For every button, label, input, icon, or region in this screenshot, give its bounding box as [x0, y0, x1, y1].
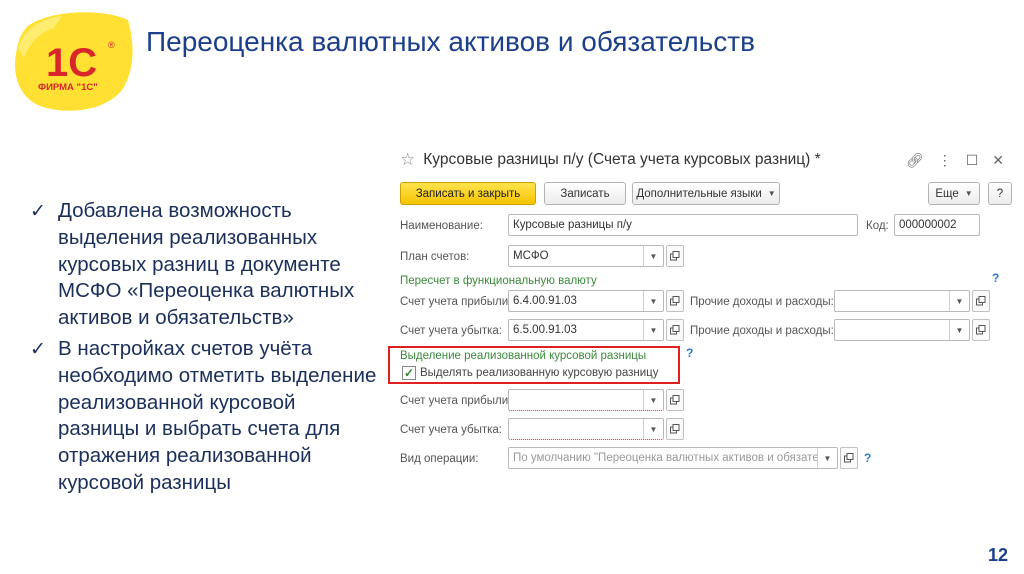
- other-income-label: Прочие доходы и расходы:: [690, 296, 834, 308]
- save-button[interactable]: Записать: [544, 182, 626, 205]
- open-icon[interactable]: [666, 245, 684, 267]
- dropdown-arrow-icon[interactable]: ▼: [949, 291, 969, 311]
- more-menu-icon[interactable]: ⋮: [938, 152, 952, 169]
- other-expense-select[interactable]: ▼: [834, 319, 970, 341]
- favorite-star-icon[interactable]: ☆: [400, 150, 415, 170]
- name-field[interactable]: Курсовые разницы п/у: [508, 214, 858, 236]
- checkmark-icon: ✓: [403, 366, 415, 380]
- currency-diff-form: ☆ Курсовые разницы п/у (Счета учета курс…: [388, 140, 1012, 480]
- dropdown-arrow-icon[interactable]: ▼: [643, 291, 663, 311]
- plan-value: МСФО: [513, 250, 549, 262]
- open-icon[interactable]: [972, 290, 990, 312]
- name-value: Курсовые разницы п/у: [513, 219, 632, 231]
- chevron-down-icon: ▼: [767, 189, 776, 198]
- close-icon[interactable]: ✕: [992, 152, 1004, 169]
- help-mark[interactable]: ?: [686, 346, 693, 360]
- other-expense-label: Прочие доходы и расходы:: [690, 325, 834, 337]
- svg-text:®: ®: [108, 40, 115, 50]
- more-label: Еще: [935, 187, 959, 200]
- code-label: Код:: [866, 220, 889, 232]
- chevron-down-icon: ▼: [964, 189, 973, 198]
- open-icon[interactable]: [972, 319, 990, 341]
- realized-profit-select[interactable]: ▼: [508, 389, 664, 411]
- dropdown-arrow-icon[interactable]: ▼: [643, 390, 663, 410]
- operation-placeholder: По умолчанию "Переоценка валютных активо…: [513, 452, 817, 464]
- form-toolbar: Записать и закрыть Записать Дополнительн…: [400, 182, 1012, 206]
- dropdown-arrow-icon[interactable]: ▼: [949, 320, 969, 340]
- logo-splash: 1С ® ФИРМА "1С": [15, 12, 133, 111]
- more-button[interactable]: Еще ▼: [928, 182, 980, 205]
- open-icon[interactable]: [840, 447, 858, 469]
- form-title: Курсовые разницы п/у (Счета учета курсов…: [423, 151, 821, 168]
- slide-title: Переоценка валютных активов и обязательс…: [146, 26, 755, 57]
- link-icon[interactable]: 🔗︎: [906, 152, 924, 169]
- page-number: 12: [987, 545, 1008, 565]
- open-icon[interactable]: [666, 418, 684, 440]
- plan-label: План счетов:: [400, 251, 470, 263]
- help-mark[interactable]: ?: [864, 451, 871, 465]
- svg-text:ФИРМА "1С": ФИРМА "1С": [38, 82, 98, 93]
- other-income-select[interactable]: ▼: [834, 290, 970, 312]
- help-button[interactable]: ?: [988, 182, 1012, 205]
- realized-group-title: Выделение реализованной курсовой разницы: [400, 350, 647, 362]
- window-controls: 🔗︎ ⋮ ☐ ✕: [906, 152, 1004, 169]
- help-mark[interactable]: ?: [992, 271, 999, 285]
- realized-checkbox[interactable]: ✓: [402, 366, 416, 380]
- bullet-text: В настройках счетов учёта необходимо отм…: [58, 336, 377, 494]
- bullet-text: Добавлена возможность выделения реализов…: [58, 199, 355, 330]
- loss-account-value: 6.5.00.91.03: [513, 324, 577, 336]
- company-logo: 1С ® ФИРМА "1С": [10, 6, 136, 118]
- name-label: Наименование:: [400, 220, 483, 232]
- profit-account-select[interactable]: 6.4.00.91.03 ▼: [508, 290, 664, 312]
- bullet-item: ✓ В настройках счетов учёта необходимо о…: [30, 336, 380, 497]
- dropdown-arrow-icon[interactable]: ▼: [643, 320, 663, 340]
- dropdown-arrow-icon[interactable]: ▼: [817, 448, 837, 468]
- maximize-icon[interactable]: ☐: [966, 152, 979, 169]
- additional-languages-button[interactable]: Дополнительные языки ▼: [632, 182, 780, 205]
- realized-profit-label: Счет учета прибыли:: [400, 395, 512, 407]
- open-icon[interactable]: [666, 319, 684, 341]
- dropdown-arrow-icon[interactable]: ▼: [643, 246, 663, 266]
- code-field[interactable]: 000000002: [894, 214, 980, 236]
- save-and-close-button[interactable]: Записать и закрыть: [400, 182, 536, 205]
- profit-account-label: Счет учета прибыли:: [400, 296, 512, 308]
- form-header: ☆ Курсовые разницы п/у (Счета учета курс…: [400, 150, 821, 170]
- dropdown-arrow-icon[interactable]: ▼: [643, 419, 663, 439]
- code-value: 000000002: [899, 219, 957, 231]
- help-label: ?: [996, 187, 1004, 200]
- realized-checkbox-label[interactable]: Выделять реализованную курсовую разницу: [420, 367, 659, 379]
- languages-label: Дополнительные языки: [636, 187, 762, 200]
- svg-text:1С: 1С: [46, 41, 97, 85]
- bullet-list: ✓ Добавлена возможность выделения реализ…: [30, 198, 380, 501]
- save-label: Записать: [560, 187, 610, 200]
- operation-select[interactable]: По умолчанию "Переоценка валютных активо…: [508, 447, 838, 469]
- plan-select[interactable]: МСФО ▼: [508, 245, 664, 267]
- realized-loss-label: Счет учета убытка:: [400, 424, 503, 436]
- operation-label: Вид операции:: [400, 453, 479, 465]
- profit-account-value: 6.4.00.91.03: [513, 295, 577, 307]
- checkmark-icon: ✓: [30, 201, 46, 222]
- bullet-item: ✓ Добавлена возможность выделения реализ…: [30, 198, 380, 332]
- realized-loss-select[interactable]: ▼: [508, 418, 664, 440]
- recalc-group-title: Пересчет в функциональную валюту: [400, 275, 597, 287]
- loss-account-label: Счет учета убытка:: [400, 325, 503, 337]
- save-and-close-label: Записать и закрыть: [415, 187, 521, 200]
- checkmark-icon: ✓: [30, 338, 46, 360]
- open-icon[interactable]: [666, 389, 684, 411]
- loss-account-select[interactable]: 6.5.00.91.03 ▼: [508, 319, 664, 341]
- open-icon[interactable]: [666, 290, 684, 312]
